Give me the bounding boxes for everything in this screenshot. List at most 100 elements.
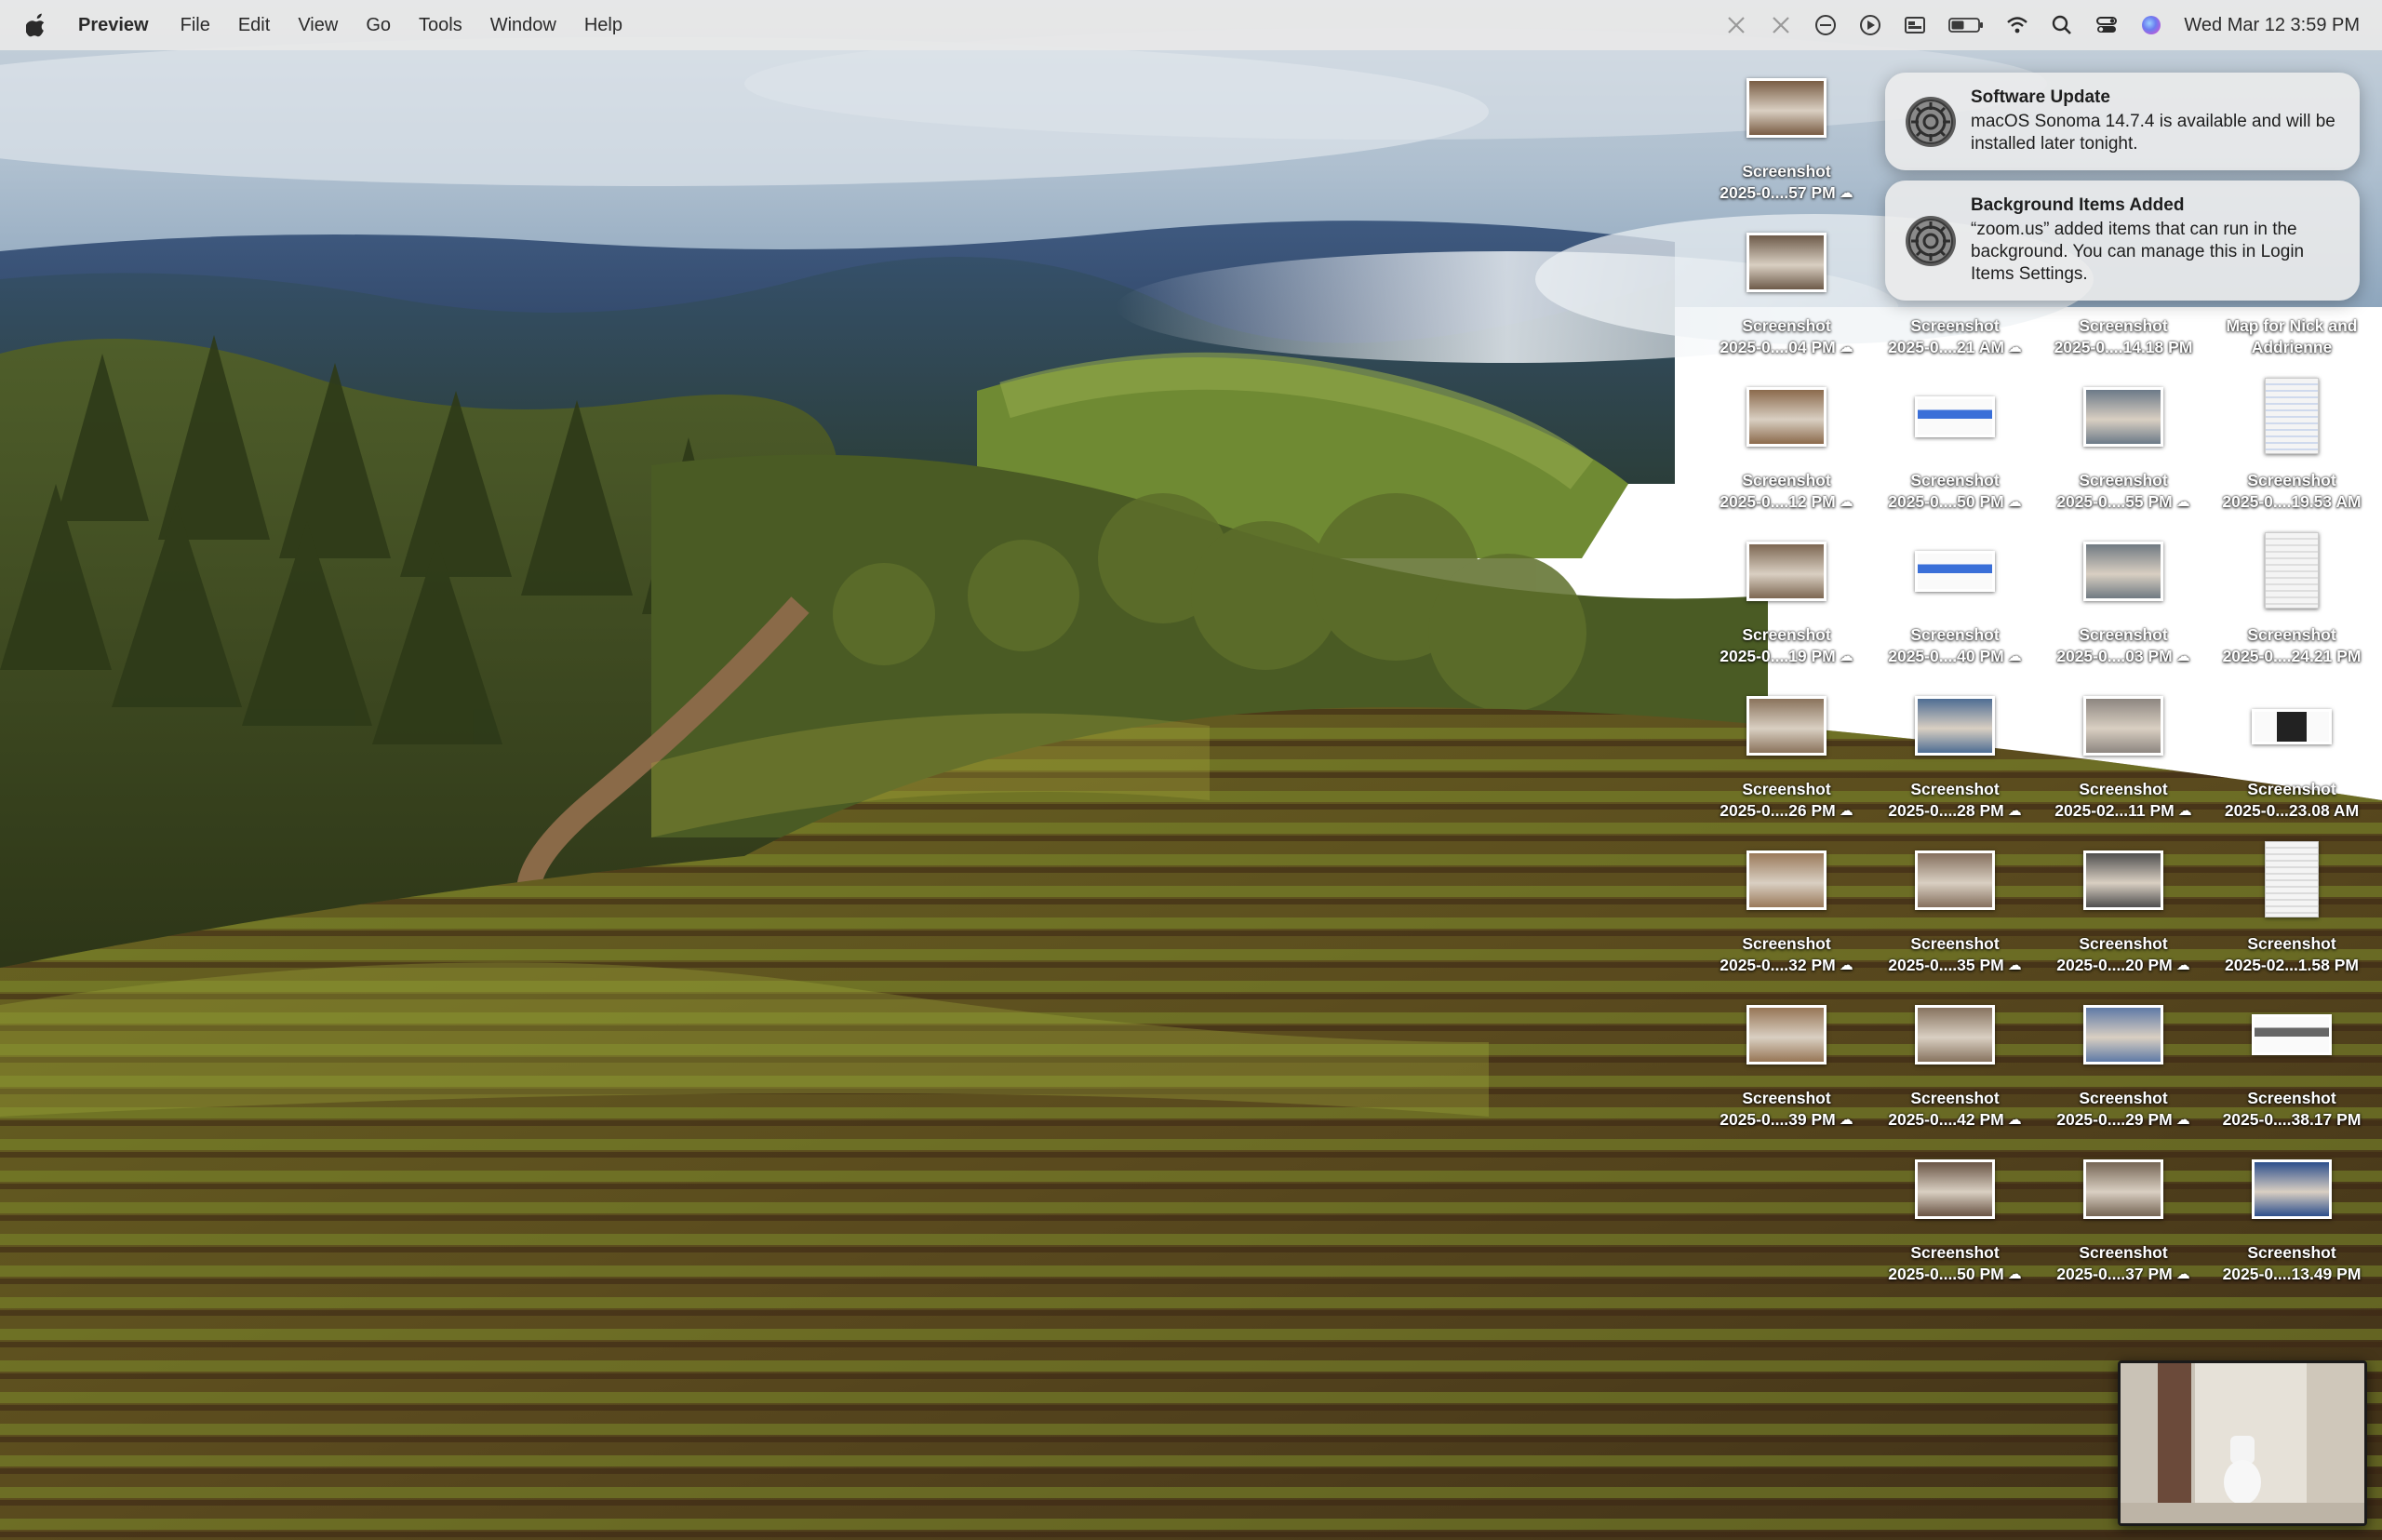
desktop-file-icon[interactable]: Screenshot 2025-0....19.53 AM (2208, 374, 2375, 523)
file-date-text: 2025-0....50 PM (1888, 492, 2004, 511)
desktop-file-icon[interactable]: Screenshot 2025-0....57 PM ☁ (1703, 65, 1870, 214)
desktop-file-icon[interactable]: Screenshot 2025-0....12 PM ☁ (1703, 374, 1870, 523)
notification-title: Software Update (1971, 87, 2110, 107)
desktop-file-icon[interactable]: Screenshot 2025-0....24.21 PM (2208, 529, 2375, 677)
desktop-file-icon[interactable]: Screenshot 2025-02...1.58 PM (2208, 837, 2375, 986)
icloud-icon: ☁ (1839, 803, 1853, 819)
file-name-label: Screenshot (1742, 316, 1831, 335)
file-thumbnail (1915, 696, 1995, 756)
desktop-file-icon[interactable]: Screenshot 2025-0....50 PM ☁ (1871, 374, 2039, 523)
desktop-file-icon[interactable]: Screenshot 2025-0....29 PM ☁ (2040, 992, 2207, 1141)
file-date-label: 2025-0....20 PM ☁ (2040, 956, 2207, 975)
file-thumbnail (1746, 78, 1827, 138)
wifi-icon[interactable] (2005, 13, 2029, 37)
file-date-text: 2025-0....40 PM (1888, 647, 2004, 665)
battery-icon[interactable] (1947, 13, 1985, 37)
file-thumbnail (1746, 542, 1827, 601)
file-date-text: 2025-0....29 PM (2056, 1110, 2173, 1129)
file-date-text: Addrienne (2251, 338, 2333, 356)
menu-go[interactable]: Go (366, 15, 391, 36)
file-date-label: 2025-0....21 AM ☁ (1871, 338, 2039, 357)
menu-bar: Preview File Edit View Go Tools Window H… (0, 0, 2382, 50)
desktop-file-icon[interactable]: Screenshot 2025-0....35 PM ☁ (1871, 837, 2039, 986)
siri-icon[interactable] (2139, 13, 2163, 37)
desktop-file-icon[interactable]: Screenshot 2025-0....42 PM ☁ (1871, 992, 2039, 1141)
desktop-file-icon[interactable]: Screenshot 2025-0....50 PM ☁ (1871, 1146, 2039, 1295)
menu-edit[interactable]: Edit (238, 15, 270, 36)
menu-file[interactable]: File (181, 15, 210, 36)
file-name-label: Screenshot (2247, 934, 2336, 953)
icloud-icon: ☁ (2007, 957, 2022, 973)
desktop-file-icon[interactable]: Screenshot 2025-0....26 PM ☁ (1703, 683, 1870, 832)
notification-software-update[interactable]: Software Update macOS Sonoma 14.7.4 is a… (1885, 73, 2360, 170)
desktop-file-icon[interactable]: Screenshot 2025-0....13.49 PM (2208, 1146, 2375, 1295)
file-name-label: Screenshot (2247, 471, 2336, 489)
desktop-file-icon[interactable]: Screenshot 2025-0....32 PM ☁ (1703, 837, 1870, 986)
menu-window[interactable]: Window (490, 15, 556, 36)
menu-clock[interactable]: Wed Mar 12 3:59 PM (2184, 15, 2360, 36)
file-name-label: Map for Nick and (2226, 316, 2358, 335)
file-thumbnail (2083, 542, 2163, 601)
file-date-label: 2025-0....28 PM ☁ (1871, 801, 2039, 821)
file-date-text: 2025-0....42 PM (1888, 1110, 2004, 1129)
screenshot-preview-thumbnail[interactable] (2118, 1360, 2367, 1526)
file-thumbnail (1746, 850, 1827, 910)
file-name-label: Screenshot (2079, 934, 2168, 953)
file-name-label: Screenshot (1910, 316, 2000, 335)
focus-icon[interactable] (1813, 13, 1838, 37)
icloud-icon: ☁ (2007, 1266, 2022, 1282)
desktop-file-icon[interactable]: Screenshot 2025-0....39 PM ☁ (1703, 992, 1870, 1141)
desktop-file-icon[interactable]: Screenshot 2025-0....04 PM ☁ (1703, 220, 1870, 368)
play-icon[interactable] (1858, 13, 1882, 37)
desktop-file-icon[interactable]: Screenshot 2025-0....28 PM ☁ (1871, 683, 2039, 832)
menu-app-preview[interactable]: Preview (78, 15, 149, 36)
desktop-file-icon[interactable]: Screenshot 2025-02...11 PM ☁ (2040, 683, 2207, 832)
desktop-file-icon[interactable]: Screenshot 2025-0....37 PM ☁ (2040, 1146, 2207, 1295)
file-thumbnail (2265, 841, 2319, 917)
file-date-text: 2025-0....37 PM (2056, 1265, 2173, 1283)
desktop-file-icon[interactable]: Screenshot 2025-0....55 PM ☁ (2040, 374, 2207, 523)
file-name-label: Screenshot (1910, 1089, 2000, 1107)
file-name-label: Screenshot (1742, 934, 1831, 953)
file-thumbnail (1915, 551, 1995, 592)
file-date-label: 2025-0....37 PM ☁ (2040, 1265, 2207, 1284)
file-thumbnail (2252, 709, 2332, 744)
apple-menu-icon[interactable] (26, 13, 47, 37)
menu-help[interactable]: Help (584, 15, 622, 36)
file-date-text: 2025-0....12 PM (1720, 492, 1836, 511)
screen-record-icon[interactable] (1769, 13, 1793, 37)
file-date-text: 2025-0....24.21 PM (2222, 647, 2362, 665)
desktop-file-icon[interactable]: Screenshot 2025-0....19 PM ☁ (1703, 529, 1870, 677)
notification-background-items[interactable]: Background Items Added “zoom.us” added i… (1885, 181, 2360, 301)
file-date-text: 2025-0....14.18 PM (2054, 338, 2193, 356)
icloud-icon: ☁ (1839, 494, 1853, 510)
file-date-text: 2025-0....13.49 PM (2222, 1265, 2362, 1283)
notification-title: Background Items Added (1971, 195, 2185, 215)
window-icon[interactable] (1903, 13, 1927, 37)
system-settings-gear-icon (1904, 214, 1958, 268)
file-date-text: 2025-0....26 PM (1720, 801, 1836, 820)
menu-view[interactable]: View (298, 15, 338, 36)
desktop-file-icon[interactable]: Screenshot 2025-0...23.08 AM (2208, 683, 2375, 832)
icloud-icon: ☁ (1839, 957, 1853, 973)
file-date-label: 2025-0....50 PM ☁ (1871, 492, 2039, 512)
desktop-file-icon[interactable]: Screenshot 2025-0....03 PM ☁ (2040, 529, 2207, 677)
file-name-label: Screenshot (2247, 780, 2336, 798)
icloud-icon: ☁ (1839, 649, 1853, 664)
search-icon[interactable] (2050, 13, 2074, 37)
file-date-text: 2025-0....38.17 PM (2222, 1110, 2362, 1129)
desktop-file-icon[interactable]: Screenshot 2025-0....38.17 PM (2208, 992, 2375, 1141)
file-name-label: Screenshot (2079, 1243, 2168, 1262)
file-thumbnail (2083, 696, 2163, 756)
file-date-label: 2025-0....42 PM ☁ (1871, 1110, 2039, 1130)
menu-tools[interactable]: Tools (419, 15, 462, 36)
desktop-file-icon[interactable]: Screenshot 2025-0....40 PM ☁ (1871, 529, 2039, 677)
file-name-label: Screenshot (1910, 1243, 2000, 1262)
screen-record-icon[interactable] (1724, 13, 1748, 37)
desktop-file-icon[interactable]: Screenshot 2025-0....20 PM ☁ (2040, 837, 2207, 986)
file-thumbnail (2083, 387, 2163, 447)
system-settings-gear-icon (1904, 95, 1958, 149)
file-date-label: 2025-0....14.18 PM (2040, 338, 2207, 357)
control-center-icon[interactable] (2094, 13, 2119, 37)
file-name-label: Screenshot (1742, 625, 1831, 644)
